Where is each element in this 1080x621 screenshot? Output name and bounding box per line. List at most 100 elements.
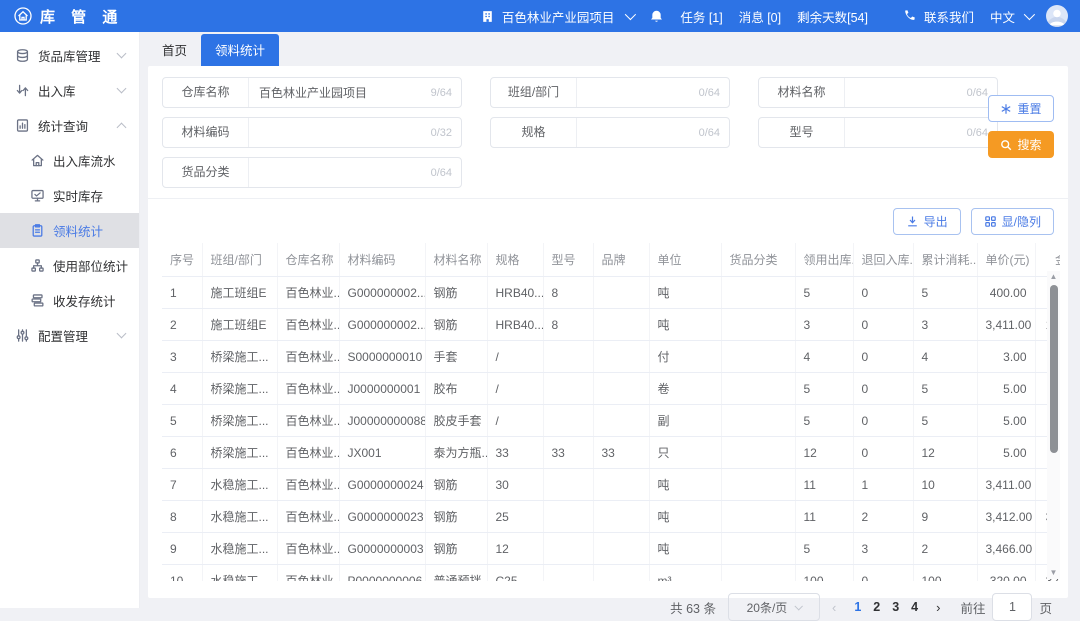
cell-序号: 3: [162, 341, 202, 373]
cell-规格: 12: [487, 533, 543, 565]
cell-货品分类: [721, 469, 795, 501]
table-row[interactable]: 4桥梁施工...百色林业...J0000000001胶布/卷5055.0025.…: [162, 373, 1060, 405]
language-selector[interactable]: 中文: [990, 7, 1032, 26]
sidebar-item-使用部位统计[interactable]: 使用部位统计: [0, 248, 139, 283]
sidebar-item-货品库管理[interactable]: 货品库管理: [0, 38, 139, 73]
tab-领料统计[interactable]: 领料统计: [201, 34, 279, 66]
cell-序号: 7: [162, 469, 202, 501]
cell-单价(元): 320.00: [977, 565, 1035, 582]
column-header-领用出库...: 领用出库...: [795, 243, 853, 277]
cell-货品分类: [721, 437, 795, 469]
scroll-up-arrow-icon[interactable]: ▲: [1047, 271, 1060, 283]
sidebar: 货品库管理出入库统计查询出入库流水实时库存领料统计使用部位统计收发存统计配置管理: [0, 32, 140, 608]
cell-序号: 6: [162, 437, 202, 469]
cell-型号: 8: [543, 277, 593, 309]
cell-仓库名称: 百色林业...: [277, 501, 339, 533]
cell-退回入库...: 3: [853, 533, 913, 565]
cell-品牌: 33: [593, 437, 649, 469]
table-row[interactable]: 5桥梁施工...百色林业...J00000000088胶皮手套/副5055.00…: [162, 405, 1060, 437]
table-row[interactable]: 8水稳施工...百色林业...G0000000023钢筋25吨11293,412…: [162, 501, 1060, 533]
material-clipboard-icon: [30, 223, 45, 238]
sidebar-item-label: 统计查询: [38, 116, 88, 135]
field-input-型号[interactable]: [845, 126, 967, 140]
page-number-4[interactable]: 4: [905, 600, 924, 614]
page-size-select[interactable]: 20条/页: [728, 593, 820, 621]
field-label: 材料名称: [759, 78, 845, 107]
cell-型号: [543, 341, 593, 373]
cell-班组/部门: 水稳施工...: [202, 565, 277, 582]
search-field-材料编码: 材料编码0/32: [162, 117, 462, 148]
table-row[interactable]: 10水稳施工...百色林业...P0000000006普通预拌...C25m³1…: [162, 565, 1060, 582]
table-row[interactable]: 1施工班组E百色林业...G000000002...钢筋HRB40...8吨50…: [162, 277, 1060, 309]
scroll-down-arrow-icon[interactable]: ▼: [1047, 567, 1060, 579]
avatar[interactable]: [1046, 5, 1068, 27]
cell-班组/部门: 桥梁施工...: [202, 437, 277, 469]
messages-link[interactable]: 消息 [0]: [739, 7, 781, 26]
cell-序号: 2: [162, 309, 202, 341]
sidebar-item-收发存统计[interactable]: 收发存统计: [0, 283, 139, 318]
table-row[interactable]: 3桥梁施工...百色林业...S0000000010手套/付4043.0012.…: [162, 341, 1060, 373]
prev-page-button[interactable]: ‹: [828, 600, 840, 615]
stats-doc-icon: [15, 118, 30, 133]
cell-累计消耗...: 9: [913, 501, 977, 533]
contact-link[interactable]: 联系我们: [924, 7, 974, 26]
field-counter: 9/64: [431, 87, 461, 99]
scrollbar-thumb[interactable]: [1050, 285, 1058, 453]
cell-班组/部门: 桥梁施工...: [202, 341, 277, 373]
export-button[interactable]: 导出: [893, 208, 961, 235]
cell-单价(元): 3,466.00: [977, 533, 1035, 565]
sidebar-item-领料统计[interactable]: 领料统计: [0, 213, 139, 248]
cell-材料编码: S0000000010: [339, 341, 425, 373]
bell-icon[interactable]: [649, 9, 664, 24]
sidebar-item-统计查询[interactable]: 统计查询: [0, 108, 139, 143]
table-row[interactable]: 6桥梁施工...百色林业...JX001泰为方瓶...333333只120125…: [162, 437, 1060, 469]
cell-班组/部门: 桥梁施工...: [202, 405, 277, 437]
vertical-scrollbar[interactable]: ▲ ▼: [1047, 271, 1060, 579]
cell-规格: /: [487, 373, 543, 405]
cell-品牌: [593, 533, 649, 565]
field-label: 规格: [491, 118, 577, 147]
table-row[interactable]: 9水稳施工...百色林业...G0000000003钢筋12吨5323,466.…: [162, 533, 1060, 565]
page-number-2[interactable]: 2: [867, 600, 886, 614]
cell-货品分类: [721, 501, 795, 533]
field-input-班组/部门[interactable]: [577, 86, 699, 100]
search-button[interactable]: 搜索: [988, 131, 1054, 158]
field-input-规格[interactable]: [577, 126, 699, 140]
reset-sparkle-icon: [1000, 103, 1012, 115]
sidebar-item-出入库[interactable]: 出入库: [0, 73, 139, 108]
tab-首页[interactable]: 首页: [148, 34, 201, 66]
pagination-total: 共 63 条: [670, 598, 716, 617]
sidebar-item-配置管理[interactable]: 配置管理: [0, 318, 139, 353]
reset-button[interactable]: 重置: [988, 95, 1054, 122]
cell-材料名称: 胶皮手套: [425, 405, 487, 437]
cell-累计消耗...: 12: [913, 437, 977, 469]
page-number-1[interactable]: 1: [848, 600, 867, 614]
content-card: 仓库名称9/64班组/部门0/64材料名称0/64材料编码0/32规格0/64型…: [148, 66, 1068, 598]
table-row[interactable]: 7水稳施工...百色林业...G0000000024钢筋30吨111103,41…: [162, 469, 1060, 501]
column-header-序号: 序号: [162, 243, 202, 277]
field-input-材料编码[interactable]: [249, 126, 431, 140]
cell-累计消耗...: 100: [913, 565, 977, 582]
cell-单位: 付: [649, 341, 721, 373]
show-hide-columns-button[interactable]: 显/隐列: [971, 208, 1054, 235]
cell-仓库名称: 百色林业...: [277, 405, 339, 437]
column-header-材料编码: 材料编码: [339, 243, 425, 277]
cell-材料编码: G0000000003: [339, 533, 425, 565]
page-number-3[interactable]: 3: [886, 600, 905, 614]
project-selector[interactable]: 百色林业产业园项目: [480, 7, 634, 26]
goto-page-input[interactable]: [992, 593, 1032, 621]
sidebar-item-出入库流水[interactable]: 出入库流水: [0, 143, 139, 178]
cell-单价(元): 400.00: [977, 277, 1035, 309]
data-table-wrap: 序号班组/部门仓库名称材料编码材料名称规格型号品牌单位货品分类领用出库...退回…: [162, 243, 1060, 581]
table-row[interactable]: 2施工班组E百色林业...G000000002...钢筋HRB40...8吨30…: [162, 309, 1060, 341]
next-page-button[interactable]: ›: [932, 600, 944, 615]
reset-button-label: 重置: [1017, 100, 1041, 117]
field-input-仓库名称[interactable]: [249, 86, 431, 100]
tasks-link[interactable]: 任务 [1]: [680, 7, 722, 26]
field-input-材料名称[interactable]: [845, 86, 967, 100]
field-input-货品分类[interactable]: [249, 166, 431, 180]
cell-材料编码: JX001: [339, 437, 425, 469]
cell-领用出库...: 5: [795, 533, 853, 565]
sidebar-item-实时库存[interactable]: 实时库存: [0, 178, 139, 213]
cell-型号: [543, 469, 593, 501]
